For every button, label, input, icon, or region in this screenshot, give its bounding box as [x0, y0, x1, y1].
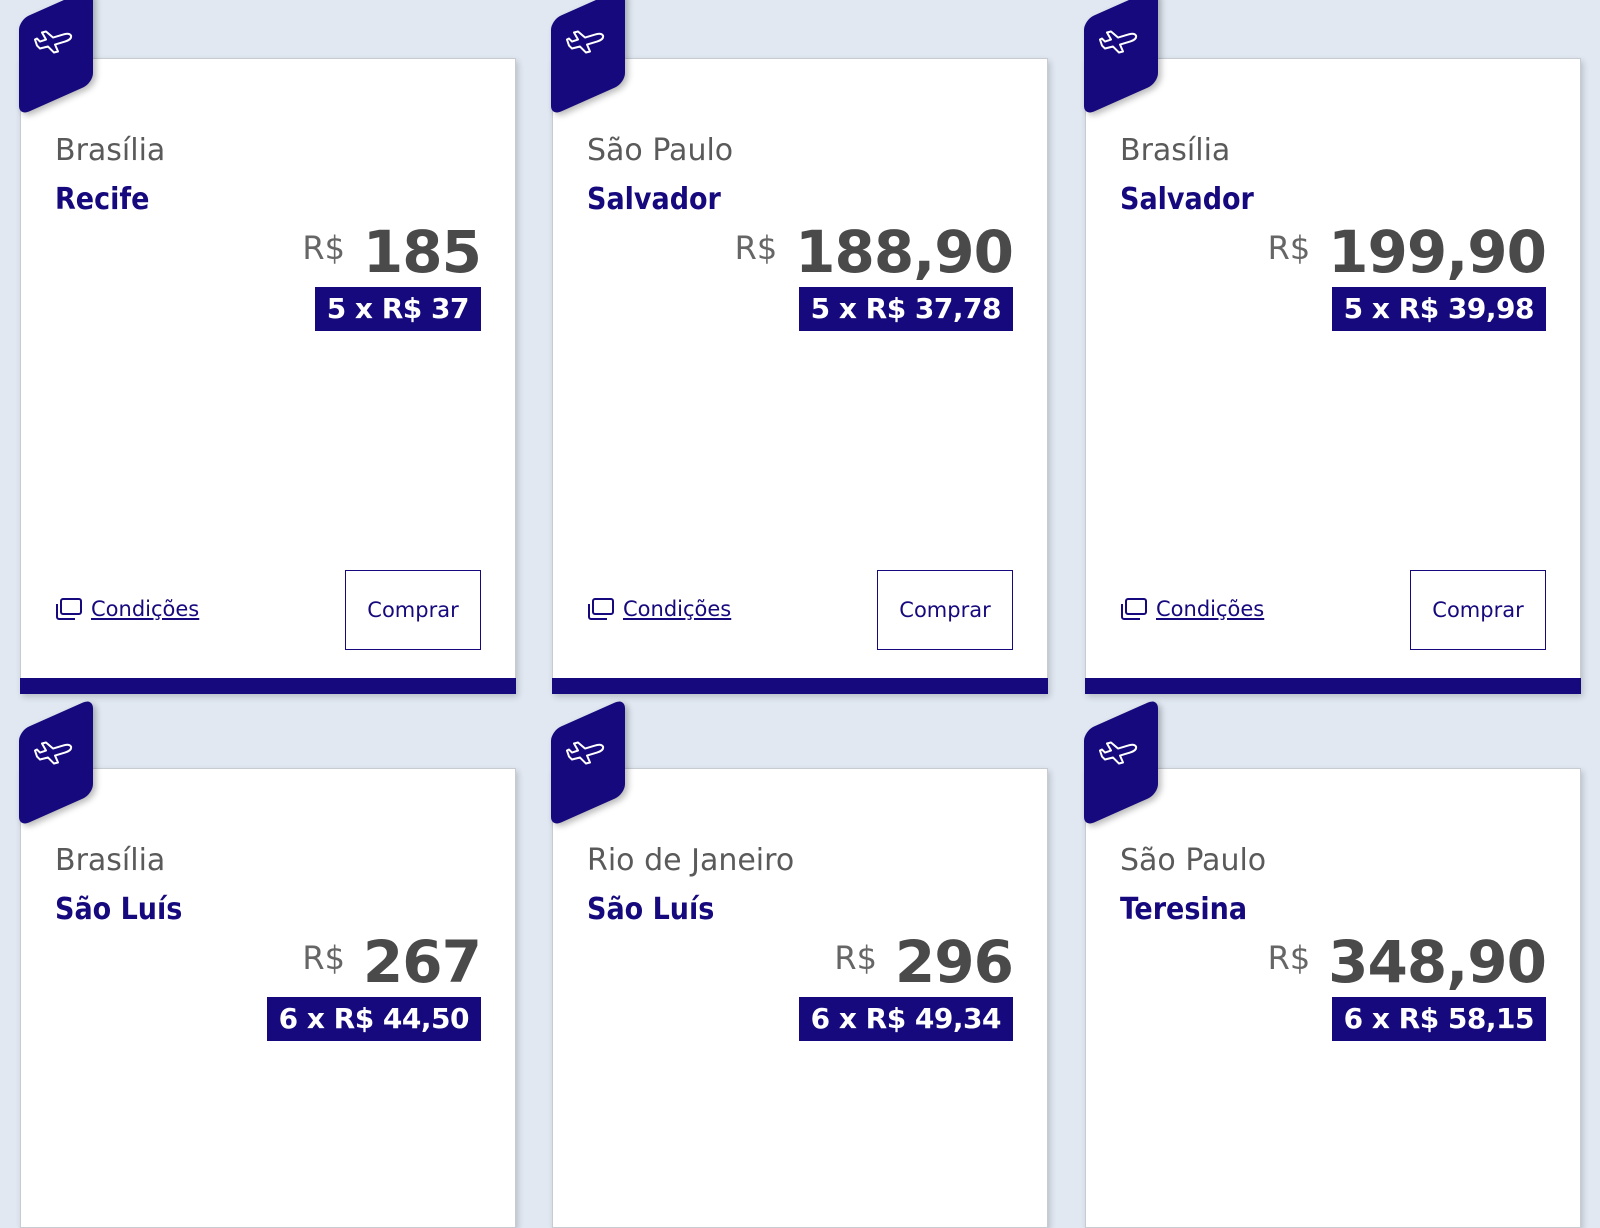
price-value: 199,90 — [1328, 218, 1547, 286]
price-value: 348,90 — [1328, 928, 1547, 996]
installment-badge: 6 x R$ 49,34 — [798, 997, 1013, 1041]
destination-city: Salvador — [1120, 182, 1254, 217]
price-value: 185 — [362, 218, 482, 286]
destination-city: Recife — [55, 182, 150, 217]
currency-symbol: R$ — [834, 939, 877, 977]
price: R$ 188,90 — [734, 218, 1014, 286]
price-value: 296 — [894, 928, 1014, 996]
destination-city: Teresina — [1120, 892, 1248, 927]
destination-city: São Luís — [55, 892, 183, 927]
buy-button[interactable]: Comprar — [345, 570, 481, 650]
conditions-label: Condições — [623, 597, 732, 621]
conditions-label: Condições — [1156, 597, 1265, 621]
card-bottom-bar — [552, 678, 1048, 694]
installment-badge: 5 x R$ 37 — [314, 287, 481, 331]
flight-card: Brasília São Luís R$ 267 6 x R$ 44,50 — [20, 768, 516, 1228]
installment-badge: 5 x R$ 37,78 — [798, 287, 1013, 331]
conditions-link[interactable]: Condições — [587, 597, 731, 621]
flight-card: Rio de Janeiro São Luís R$ 296 6 x R$ 49… — [552, 768, 1048, 1228]
card-bottom-bar — [20, 678, 516, 694]
airplane-icon — [34, 30, 73, 54]
price: R$ 199,90 — [1267, 218, 1547, 286]
price-value: 188,90 — [795, 218, 1014, 286]
origin-city: Brasília — [55, 133, 166, 168]
currency-symbol: R$ — [1267, 939, 1311, 977]
installment-badge: 6 x R$ 44,50 — [266, 997, 481, 1041]
flight-card: São Paulo Salvador R$ 188,90 5 x R$ 37,7… — [552, 58, 1048, 694]
airplane-icon — [34, 741, 73, 765]
origin-city: São Paulo — [587, 133, 734, 168]
price: R$ 185 — [302, 218, 482, 286]
copy-icon — [588, 598, 614, 620]
conditions-link[interactable]: Condições — [1120, 597, 1264, 621]
origin-city: Brasília — [55, 843, 166, 878]
price-value: 267 — [362, 928, 482, 996]
currency-symbol: R$ — [734, 229, 778, 267]
conditions-link[interactable]: Condições — [55, 597, 199, 621]
price: R$ 267 — [302, 928, 482, 996]
destination-city: São Luís — [587, 892, 715, 927]
flight-card: Brasília Salvador R$ 199,90 5 x R$ 39,98… — [1085, 58, 1581, 694]
price: R$ 296 — [834, 928, 1014, 996]
copy-icon — [1121, 598, 1147, 620]
card-bottom-bar — [1085, 678, 1581, 694]
copy-icon — [56, 598, 82, 620]
airplane-icon — [566, 30, 605, 54]
airplane-icon — [1099, 741, 1138, 765]
airplane-icon — [566, 741, 605, 765]
airplane-icon — [1099, 30, 1138, 54]
origin-city: Rio de Janeiro — [587, 843, 795, 878]
installment-badge: 5 x R$ 39,98 — [1331, 287, 1546, 331]
destination-city: Salvador — [587, 182, 721, 217]
flight-card: Brasília Recife R$ 185 5 x R$ 37 Condiçõ… — [20, 58, 516, 694]
currency-symbol: R$ — [1267, 229, 1311, 267]
conditions-label: Condições — [91, 597, 200, 621]
flight-card: São Paulo Teresina R$ 348,90 6 x R$ 58,1… — [1085, 768, 1581, 1228]
price: R$ 348,90 — [1267, 928, 1547, 996]
currency-symbol: R$ — [302, 229, 345, 267]
buy-button[interactable]: Comprar — [877, 570, 1013, 650]
installment-badge: 6 x R$ 58,15 — [1331, 997, 1546, 1041]
buy-button[interactable]: Comprar — [1410, 570, 1546, 650]
origin-city: São Paulo — [1120, 843, 1267, 878]
currency-symbol: R$ — [302, 939, 345, 977]
origin-city: Brasília — [1120, 133, 1231, 168]
